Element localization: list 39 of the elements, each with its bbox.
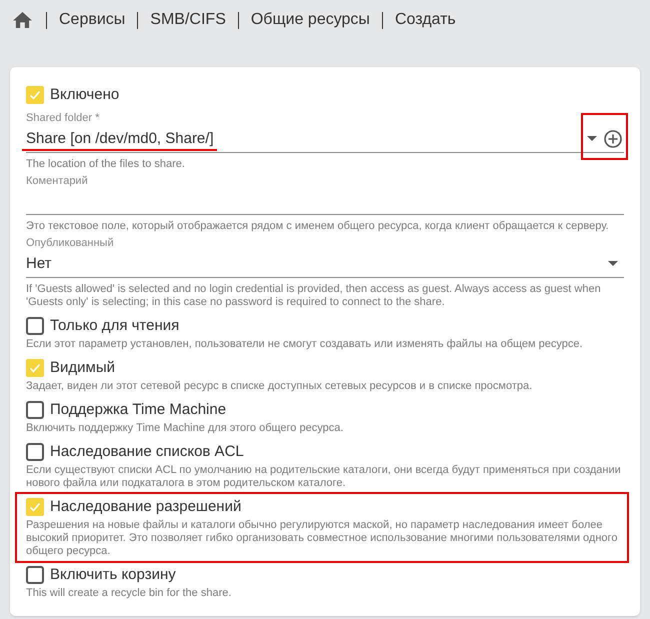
checkbox-label: Включено bbox=[50, 86, 120, 104]
checkbox[interactable] bbox=[26, 317, 44, 335]
checkbox[interactable] bbox=[26, 86, 44, 104]
home-icon[interactable] bbox=[13, 12, 32, 28]
checkbox[interactable] bbox=[26, 498, 44, 516]
checkbox-label: Только для чтения bbox=[50, 317, 180, 335]
checkbox-label: Наследование списков ACL bbox=[50, 443, 244, 461]
checkbox[interactable] bbox=[26, 401, 44, 419]
checkbox-label: Видимый bbox=[50, 359, 115, 377]
field-label: Коментарий bbox=[26, 175, 89, 188]
plus-icon bbox=[604, 130, 622, 148]
add-button[interactable] bbox=[604, 130, 622, 148]
checkbox-label: Включить корзину bbox=[50, 566, 176, 584]
hint-text: Если существуют списки ACL по умолчанию на родительские каталоги, они всегда будут применяться при создании нового файла или подкаталога в этом родительском каталоге. bbox=[26, 464, 622, 490]
select-field[interactable]: Нет bbox=[26, 250, 624, 278]
breadcrumb-link[interactable]: SMB/CIFS bbox=[150, 10, 226, 30]
breadcrumb-current: Создать bbox=[394, 10, 456, 30]
select-value: Нет bbox=[26, 254, 52, 272]
field-label: Shared folder * bbox=[26, 112, 100, 125]
caret-icon[interactable] bbox=[608, 261, 618, 266]
select-value: Share [on /dev/md0, Share/] bbox=[26, 130, 214, 148]
caret-icon[interactable] bbox=[587, 136, 597, 141]
checkbox-label: Наследование разрешений bbox=[50, 498, 242, 516]
breadcrumb-link[interactable]: Общие ресурсы bbox=[250, 10, 370, 30]
checkbox[interactable] bbox=[26, 566, 44, 584]
hint-text: If 'Guests allowed' is selected and no login credential is provided, then access as guest. Always access as guest when 'Guests only' is selecting; in this case no password is required to connect to the share. bbox=[26, 283, 602, 309]
select-field[interactable]: Share [on /dev/md0, Share/] bbox=[26, 125, 624, 153]
hint-text: Разрешения на новые файлы и каталоги обычно регулируются маской, но параметр наследования имеет более высокий приоритет. Это позволяет гибко организовать совместное использование многими пользователями одного общего ресурса. bbox=[26, 519, 618, 558]
hint-text: Если этот параметр установлен, пользователи не смогут создавать или изменять файлы на общем ресурсе. bbox=[26, 338, 584, 351]
hint-text: Задает, виден ли этот сетевой ресурс в списке доступных сетевых ресурсов и в списке просмотра. bbox=[26, 380, 534, 393]
breadcrumb-link[interactable]: Сервисы bbox=[59, 10, 126, 30]
hint-text: The location of the files to share. bbox=[26, 158, 186, 171]
hint-text: This will create a recycle bin for the share. bbox=[26, 587, 232, 600]
hint-text: Это текстовое поле, который отображается рядом с именем общего ресурса, когда клиент обращается к серверу. bbox=[26, 220, 610, 233]
field-label: Опубликованный bbox=[26, 237, 115, 250]
checkbox[interactable] bbox=[26, 443, 44, 461]
hint-text: Включить поддержку Time Machine для этого общего ресурса. bbox=[26, 422, 344, 435]
checkbox-label: Поддержка Time Machine bbox=[50, 401, 226, 419]
checkbox[interactable] bbox=[26, 359, 44, 377]
